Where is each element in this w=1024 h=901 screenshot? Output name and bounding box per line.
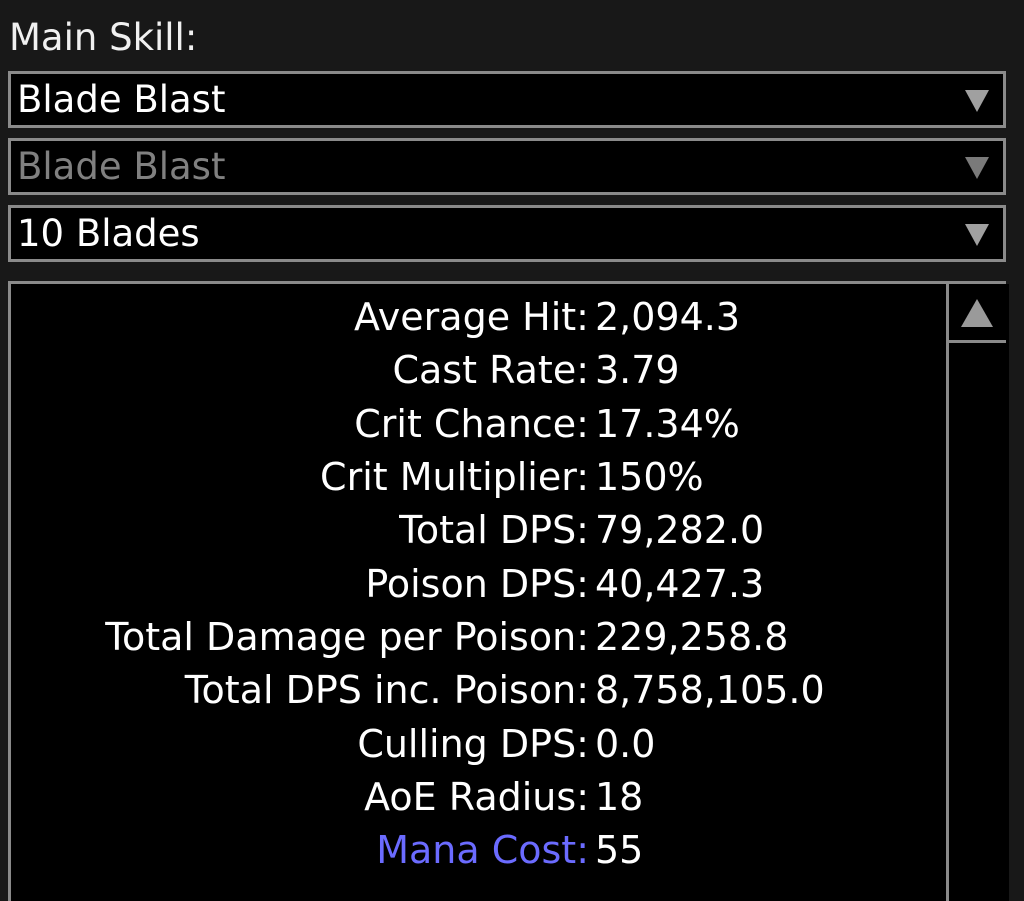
stat-row: Cast Rate: 3.79 — [11, 344, 941, 396]
active-skill-select-value: Blade Blast — [17, 145, 226, 188]
stat-label: Total DPS: — [399, 508, 589, 552]
stat-label: Crit Multiplier: — [320, 455, 589, 499]
stat-value: 40,427.3 — [595, 562, 765, 606]
calc-stats-panel: Average Hit: 2,094.3 Cast Rate: 3.79 Cri… — [8, 281, 1009, 901]
stat-label: AoE Radius: — [364, 775, 589, 819]
stat-row: Crit Chance: 17.34% — [11, 398, 941, 450]
stat-value: 2,094.3 — [595, 295, 741, 339]
stat-value: 8,758,105.0 — [595, 668, 825, 712]
stat-row: Average Hit: 2,094.3 — [11, 291, 941, 343]
stat-value: 3.79 — [595, 348, 680, 392]
stat-label: Crit Chance: — [354, 402, 589, 446]
stat-label: Culling DPS: — [357, 722, 589, 766]
stat-row: Poison DPS: 40,427.3 — [11, 558, 941, 610]
arrow-up-icon — [961, 299, 993, 327]
active-skill-select: Blade Blast — [8, 138, 1006, 195]
stat-row: Total Damage per Poison: 229,258.8 — [11, 611, 941, 663]
stat-value: 79,282.0 — [595, 508, 765, 552]
stat-value: 18 — [595, 775, 644, 819]
stat-value: 55 — [595, 828, 644, 872]
stat-value: 17.34% — [595, 402, 740, 446]
stat-row: Total DPS: 79,282.0 — [11, 504, 941, 556]
stat-label: Total Damage per Poison: — [105, 615, 589, 659]
stat-row: Mana Cost: 55 — [11, 824, 941, 876]
main-skill-select-value: Blade Blast — [17, 78, 226, 121]
stat-row: Culling DPS: 0.0 — [11, 718, 941, 770]
skill-part-select[interactable]: 10 Blades — [8, 205, 1006, 262]
stat-row: Total DPS inc. Poison: 8,758,105.0 — [11, 664, 941, 716]
stat-label-mana-cost: Mana Cost: — [376, 828, 589, 872]
stat-value: 0.0 — [595, 722, 656, 766]
vertical-scrollbar[interactable] — [946, 284, 1009, 901]
skill-part-select-value: 10 Blades — [17, 212, 200, 255]
main-skill-select[interactable]: Blade Blast — [8, 71, 1006, 128]
stat-label: Cast Rate: — [392, 348, 589, 392]
main-skill-label: Main Skill: — [9, 16, 198, 59]
stat-label: Poison DPS: — [365, 562, 589, 606]
chevron-down-icon — [965, 224, 989, 246]
chevron-down-icon — [965, 90, 989, 112]
stat-value: 229,258.8 — [595, 615, 789, 659]
stat-row: Crit Multiplier: 150% — [11, 451, 941, 503]
scroll-up-button[interactable] — [949, 284, 1006, 343]
chevron-down-icon — [965, 157, 989, 179]
stat-label: Total DPS inc. Poison: — [184, 668, 589, 712]
stat-row: AoE Radius: 18 — [11, 771, 941, 823]
stat-value: 150% — [595, 455, 704, 499]
stat-label: Average Hit: — [354, 295, 589, 339]
